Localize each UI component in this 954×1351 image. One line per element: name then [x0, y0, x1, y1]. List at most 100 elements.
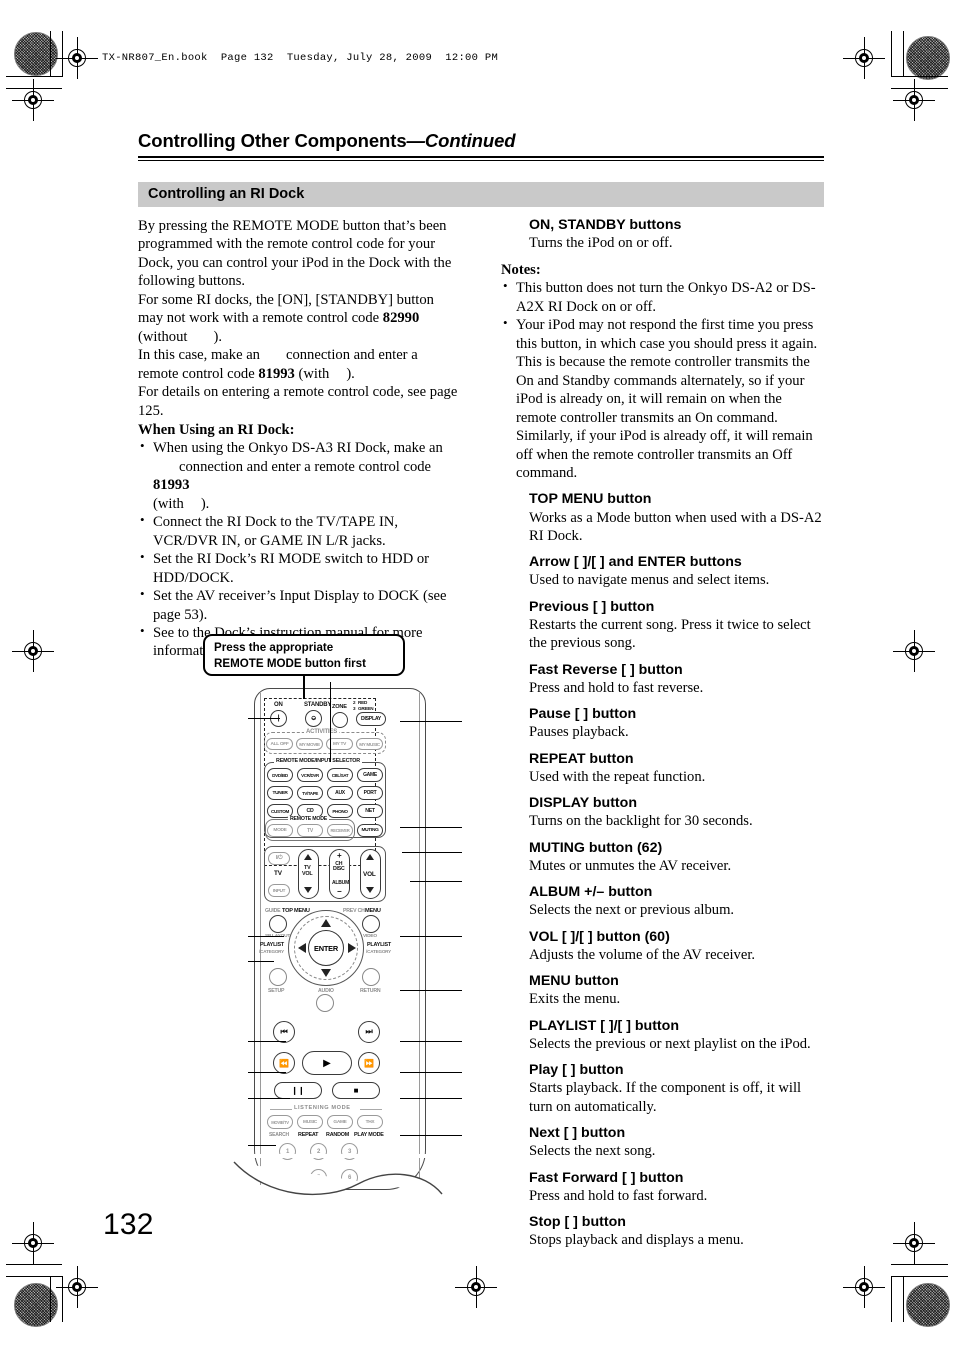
remote-button-fast-forward[interactable]: ⏩: [358, 1052, 380, 1074]
remote-button-stop[interactable]: ■: [332, 1082, 380, 1099]
right-column: ON, STANDBY buttons Turns the iPod on or…: [501, 217, 823, 1250]
list-item: Set the AV receiver’s Input Display to D…: [138, 586, 460, 624]
remote-label-return: RETURN: [360, 988, 381, 994]
intro-3-text-d: ).: [346, 365, 355, 382]
remote-label-tv: TV: [274, 870, 282, 877]
remote-button-setup[interactable]: [269, 968, 287, 986]
remote-label-ch-disc: CH DISC: [333, 861, 345, 873]
entry-head-top-menu: TOP MENU button: [529, 491, 652, 508]
remote-button-aux[interactable]: AUX: [327, 786, 353, 800]
remote-label-top-menu: TOP MENU: [282, 908, 310, 914]
leader-line-on-standby: [248, 718, 280, 720]
remote-button-play[interactable]: ▶: [302, 1051, 352, 1075]
registration-mark-corner-top-left: [12, 79, 54, 121]
leader-line-top-menu: [248, 936, 284, 938]
remote-button-menu[interactable]: [362, 915, 380, 933]
remote-button-previous[interactable]: ⏮: [273, 1021, 295, 1043]
remote-button-display[interactable]: DISPLAY: [356, 712, 386, 726]
crop-mark: [903, 1276, 904, 1322]
remote-button-zone[interactable]: [332, 712, 348, 728]
remote-button-top-menu[interactable]: [269, 915, 287, 933]
callout-leader-line: [303, 676, 305, 699]
entry-head-fast-reverse: Fast Reverse [ ] button: [529, 661, 683, 678]
remote-button-tuner[interactable]: TUNER: [267, 786, 293, 800]
leader-line-vol: [410, 881, 462, 883]
remote-button-receiver[interactable]: RECEIVER: [327, 824, 353, 837]
remote-button-dvd-bd[interactable]: DVD/BD: [267, 768, 293, 782]
halftone-dot-bottom-right: [906, 1283, 950, 1327]
remote-label-guide: GUIDE: [265, 908, 281, 914]
file-header-line: TX-NR807_En.book Page 132 Tuesday, July …: [102, 52, 499, 64]
remote-button-audio[interactable]: [316, 994, 334, 1012]
remote-button-tv-tape[interactable]: TV/TAPE: [297, 786, 323, 800]
nav-up-icon: [321, 919, 331, 927]
remote-label-selector: REMOTE MODE/INPUT SELECTOR: [274, 758, 362, 764]
remote-button-thx[interactable]: THX: [357, 1115, 383, 1129]
entry-desc-next: Selects the next song.: [529, 1143, 656, 1160]
bullet-1-text-d: ).: [200, 495, 210, 512]
remote-button-muting[interactable]: MUTING: [357, 824, 383, 837]
leader-line-muting: [400, 827, 462, 829]
crop-mark: [903, 31, 904, 77]
callout-line-1: Press the appropriate: [214, 641, 334, 654]
entry-desc-album: Selects the next or previous album.: [529, 902, 735, 919]
remote-button-port[interactable]: PORT: [357, 786, 383, 800]
nav-left-icon: [298, 943, 306, 953]
left-bullet-list: When using the Onkyo DS-A3 RI Dock, make…: [138, 438, 460, 660]
remote-button-my-music[interactable]: MY MUSIC: [356, 738, 383, 750]
intro-paragraph-3: In this case, make an connection and ente…: [138, 346, 460, 383]
entry-head-play: Play [ ] button: [529, 1062, 624, 1079]
remote-button-cbl-sat[interactable]: CBL/SAT: [327, 768, 353, 782]
page-number: 132: [103, 1208, 154, 1241]
remote-label-on: ON: [274, 702, 283, 708]
callout-line-2: REMOTE MODE button first: [214, 656, 366, 670]
entry-head-vol: VOL [ ]/[ ] button (60): [529, 928, 670, 945]
callout-remote-mode: Press the appropriate REMOTE MODE button…: [203, 634, 405, 676]
remote-button-all-off[interactable]: ALL OFF: [266, 738, 293, 750]
notes-list: This button does not turn the Onkyo DS-A…: [501, 278, 823, 482]
remote-button-music[interactable]: MUSIC: [297, 1115, 323, 1129]
remote-button-my-movie[interactable]: MY MOVIE: [296, 738, 323, 750]
remote-button-pause[interactable]: ❙❙: [274, 1082, 322, 1099]
page-title-main: Controlling Other Components: [138, 130, 407, 151]
nav-down-icon: [321, 969, 331, 977]
remote-button-movie-tv[interactable]: MOVIE/TV: [267, 1115, 293, 1129]
crop-mark: [62, 1276, 63, 1322]
intro-2-text-c: ).: [213, 328, 222, 345]
crop-mark: [891, 31, 892, 77]
remote-button-fast-reverse[interactable]: ⏪: [273, 1052, 295, 1074]
remote-button-net[interactable]: NET: [357, 804, 383, 818]
remote-label-plus: +: [337, 851, 342, 860]
remote-button-next[interactable]: ⏭: [358, 1021, 380, 1043]
entry-desc-pause: Pauses playback.: [529, 724, 629, 741]
remote-button-tv[interactable]: TV: [297, 824, 323, 837]
bullet-1-text-b: connection and enter a remote control co…: [179, 458, 432, 475]
remote-button-game[interactable]: GAME: [357, 768, 383, 782]
remote-button-standby[interactable]: ⎉: [305, 710, 322, 727]
remote-label-category-right: /CATEGORY: [366, 949, 391, 954]
remote-button-tv-power[interactable]: I/⏻: [268, 852, 290, 865]
entry-head-next: Next [ ] button: [529, 1125, 626, 1142]
remote-button-return[interactable]: [362, 968, 380, 986]
remote-label-vol: VOL: [363, 871, 376, 878]
crop-mark: [891, 1276, 892, 1322]
remote-label-zone: ZONE: [332, 704, 347, 710]
entry-head-repeat: REPEAT button: [529, 750, 634, 767]
entry-head-menu: MENU button: [529, 973, 619, 990]
registration-mark-mid-right: [893, 630, 935, 672]
remote-button-game-lm[interactable]: GAME: [327, 1115, 353, 1129]
remote-button-tv-input[interactable]: INPUT: [268, 884, 290, 897]
entry-desc-fast-forward: Press and hold to fast forward.: [529, 1187, 708, 1204]
remote-button-vcr-dvr[interactable]: VCR/DVR: [297, 768, 323, 782]
remote-label-setup: SETUP: [268, 988, 285, 994]
remote-label-album: ALBUM: [332, 880, 350, 886]
leader-line-pause: [248, 1098, 290, 1100]
remote-label-playlist-left: PLAYLIST: [260, 942, 284, 948]
remote-button-mode[interactable]: MODE: [267, 824, 293, 837]
tv-vol-down-icon: [304, 887, 312, 893]
entry-head-arrow-enter: Arrow [ ]/[ ] and ENTER buttons: [529, 554, 742, 571]
remote-button-enter[interactable]: ENTER: [308, 930, 344, 966]
registration-mark-corner-top-right: [893, 79, 935, 121]
remote-button-phono[interactable]: PHONO: [327, 804, 353, 818]
leader-line-remote-mode-stem: [330, 682, 332, 762]
